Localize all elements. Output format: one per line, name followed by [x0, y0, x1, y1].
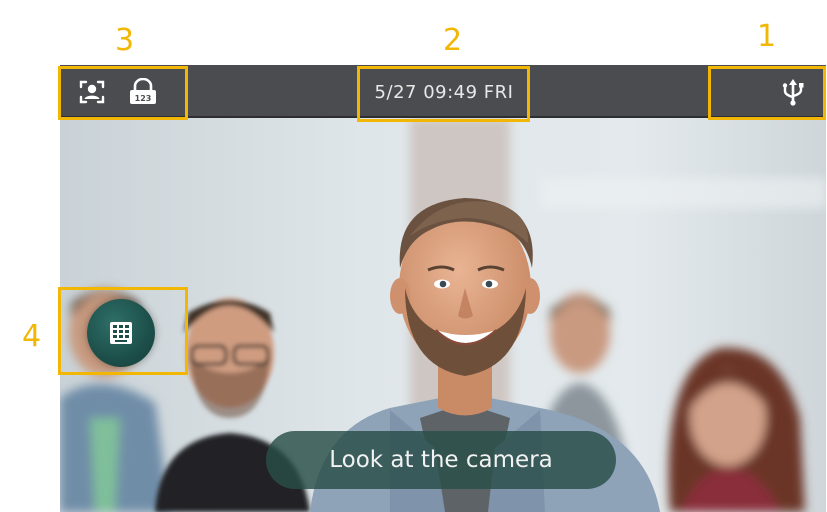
callout-number-3: 3 — [115, 23, 135, 58]
highlight-box-1 — [708, 66, 826, 120]
face-prompt: Look at the camera — [266, 431, 616, 489]
callout-number-1: 1 — [757, 19, 777, 54]
callout-number-2: 2 — [443, 23, 463, 58]
highlight-box-2 — [357, 66, 530, 122]
highlight-box-3 — [58, 66, 188, 120]
callout-number-4: 4 — [22, 319, 42, 354]
highlight-box-4 — [58, 287, 188, 375]
